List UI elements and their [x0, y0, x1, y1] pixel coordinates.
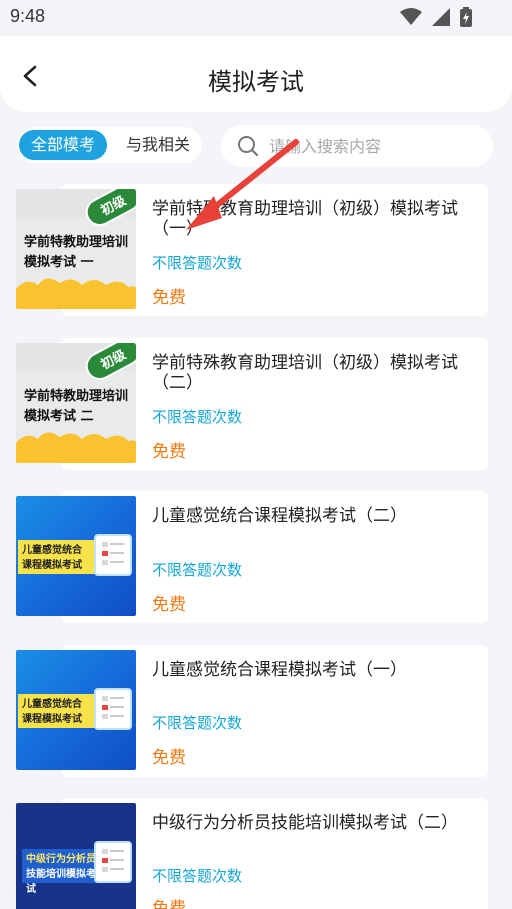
exam-title[interactable]: 儿童感觉统合课程模拟考试（一） [152, 660, 482, 680]
cloud-decoration-icon [16, 278, 136, 309]
battery-icon [460, 7, 472, 27]
exam-price: 免费 [152, 748, 186, 768]
wifi-icon [400, 8, 422, 25]
signal-icon [432, 8, 450, 26]
status-bar: 9:48 [0, 0, 512, 36]
exam-attempts: 不限答题次数 [152, 561, 243, 579]
exam-attempts: 不限答题次数 [152, 254, 243, 272]
exam-thumbnail[interactable]: 中级行为分析员 技能培训模拟考试 [16, 803, 136, 909]
document-icon [96, 843, 130, 881]
search-input[interactable] [269, 133, 479, 159]
exam-title[interactable]: 学前特殊教育助理培训（初级）模拟考试（二） [152, 353, 482, 393]
exam-price: 免费 [152, 288, 186, 308]
exam-thumbnail[interactable]: 儿童感觉统合 课程模拟考试 [16, 650, 136, 770]
cloud-decoration-icon [16, 432, 136, 463]
document-icon [96, 690, 130, 728]
tab-group: 全部模考 与我相关 [17, 127, 202, 163]
exam-price: 免费 [152, 442, 186, 462]
exam-thumbnail[interactable]: 儿童感觉统合 课程模拟考试 [16, 496, 136, 616]
document-icon [96, 536, 130, 574]
exam-thumbnail[interactable]: 初级 学前特教助理培训 模拟考试 一 [16, 189, 136, 309]
exam-price: 免费 [152, 899, 186, 909]
tab-related-to-me[interactable]: 与我相关 [114, 130, 202, 160]
thumb-label: 儿童感觉统合 课程模拟考试 [18, 694, 98, 728]
status-time: 9:48 [10, 6, 46, 26]
exam-thumbnail[interactable]: 初级 学前特教助理培训 模拟考试 二 [16, 343, 136, 463]
page-title: 模拟考试 [208, 68, 304, 96]
thumb-line2: 模拟考试 一 [24, 255, 94, 270]
exam-price: 免费 [152, 595, 186, 615]
thumb-line2: 模拟考试 二 [24, 409, 94, 424]
thumb-label: 中级行为分析员 技能培训模拟考试 [22, 849, 100, 895]
nav-bar: 模拟考试 [0, 36, 512, 112]
exam-attempts: 不限答题次数 [152, 714, 243, 732]
thumb-line1: 学前特教助理培训 [24, 389, 129, 404]
exam-title[interactable]: 学前特殊教育助理培训（初级）模拟考试（一） [152, 199, 482, 239]
thumb-line1: 学前特教助理培训 [24, 235, 129, 250]
exam-attempts: 不限答题次数 [152, 408, 243, 426]
exam-title[interactable]: 儿童感觉统合课程模拟考试（二） [152, 506, 482, 526]
thumb-label: 儿童感觉统合 课程模拟考试 [18, 540, 98, 574]
search-icon [238, 136, 259, 157]
exam-title[interactable]: 中级行为分析员技能培训模拟考试（二） [152, 813, 482, 833]
exam-attempts: 不限答题次数 [152, 867, 243, 885]
status-icons [400, 7, 472, 27]
search-box [221, 125, 493, 167]
tab-all-exams[interactable]: 全部模考 [19, 130, 107, 160]
